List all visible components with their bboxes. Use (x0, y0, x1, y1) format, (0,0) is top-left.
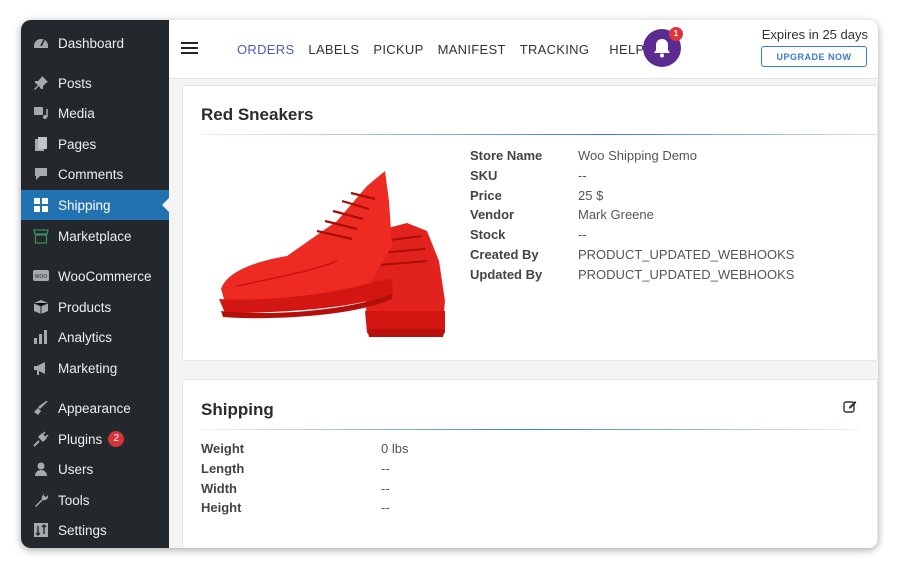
sidebar-item-posts[interactable]: Posts (21, 68, 169, 98)
sidebar-item-woocommerce[interactable]: WOO WooCommerce (21, 261, 169, 291)
admin-sidebar: Dashboard Posts Media Pages Comments Shi… (21, 20, 169, 548)
nav-help[interactable]: HELP (609, 42, 644, 57)
sidebar-item-label: Analytics (58, 329, 113, 345)
divider (201, 134, 877, 135)
sidebar-item-label: Pages (58, 136, 97, 152)
sidebar-item-users[interactable]: Users (21, 454, 169, 484)
bar-chart-icon (33, 329, 49, 345)
sidebar-item-label: Posts (58, 75, 92, 91)
sidebar-item-marketing[interactable]: Marketing (21, 353, 169, 383)
user-icon (33, 461, 49, 477)
product-title: Red Sneakers (201, 105, 314, 124)
sidebar-item-label: Media (58, 105, 95, 121)
sidebar-item-tools[interactable]: Tools (21, 485, 169, 515)
divider (201, 429, 859, 430)
sidebar-item-label: Dashboard (58, 35, 125, 51)
sidebar-item-label: Tools (58, 492, 90, 508)
pages-icon (33, 136, 49, 152)
sidebar-item-pages[interactable]: Pages (21, 129, 169, 159)
sidebar-item-analytics[interactable]: Analytics (21, 322, 169, 352)
bell-icon (654, 39, 670, 58)
detail-row: Updated By PRODUCT_UPDATED_WEBHOOKS (470, 266, 795, 282)
detail-row: Weight 0 lbs (201, 441, 409, 456)
pin-icon (33, 75, 49, 91)
sidebar-item-label: Plugins (58, 431, 103, 447)
box-icon (33, 299, 49, 315)
dashboard-icon (33, 35, 49, 51)
nav-tracking[interactable]: TRACKING (520, 42, 590, 57)
shipping-title: Shipping (201, 400, 274, 419)
main-content: ORDERS LABELS PICKUP MANIFEST TRACKING H… (169, 20, 878, 548)
megaphone-icon (33, 360, 49, 376)
menu-toggle-icon[interactable] (181, 42, 198, 54)
nav-orders[interactable]: ORDERS (237, 42, 294, 57)
nav-labels[interactable]: LABELS (308, 42, 359, 57)
sidebar-item-dashboard[interactable]: Dashboard (21, 28, 169, 58)
sidebar-item-label: Products (58, 299, 112, 315)
detail-row: Store Name Woo Shipping Demo (470, 148, 697, 163)
settings-icon (33, 522, 49, 538)
sidebar-item-label: Shipping (58, 197, 111, 213)
wrench-icon (33, 492, 49, 508)
sidebar-item-label: Settings (58, 522, 107, 538)
sidebar-item-shipping[interactable]: Shipping (21, 190, 169, 220)
brush-icon (33, 400, 49, 416)
shipping-card: Shipping Weight 0 lbs Length -- Width -- He… (182, 379, 878, 548)
detail-row: Width -- (201, 480, 390, 496)
sidebar-item-appearance[interactable]: Appearance (21, 393, 169, 423)
sidebar-item-media[interactable]: Media (21, 98, 169, 128)
detail-row: Vendor Mark Greene (470, 207, 654, 223)
woo-icon: WOO (33, 268, 49, 284)
comment-icon (33, 166, 49, 182)
grid-icon (33, 197, 49, 213)
red-sneakers-image (219, 171, 445, 337)
detail-row: Height -- (201, 500, 390, 516)
sidebar-item-label: Marketplace (58, 228, 132, 244)
upgrade-now-button[interactable]: UPGRADE NOW (761, 46, 867, 67)
edit-icon[interactable] (843, 399, 857, 413)
product-details: Store Name Woo Shipping Demo SKU -- Price 2… (470, 146, 794, 285)
detail-row: Stock -- (470, 227, 587, 243)
sidebar-item-label: Appearance (58, 400, 131, 416)
app-window: Dashboard Posts Media Pages Comments Shi… (21, 20, 878, 548)
sidebar-item-comments[interactable]: Comments (21, 159, 169, 189)
detail-row: Created By PRODUCT_UPDATED_WEBHOOKS (470, 246, 795, 262)
detail-row: Length -- (201, 460, 390, 476)
shipping-details: Weight 0 lbs Length -- Width -- Height -- (201, 439, 408, 518)
detail-row: SKU -- (470, 167, 587, 183)
top-navigation-bar: ORDERS LABELS PICKUP MANIFEST TRACKING H… (169, 20, 878, 79)
product-card: Red Sneakers Store Name Woo Shipping Demo… (182, 85, 878, 361)
sidebar-item-settings[interactable]: Settings (21, 515, 169, 545)
sidebar-item-products[interactable]: Products (21, 292, 169, 322)
plugins-update-badge: 2 (108, 431, 125, 447)
sidebar-item-label: Marketing (58, 360, 118, 376)
sidebar-item-label: WooCommerce (58, 268, 152, 284)
expiry-text: Expires in 25 days (761, 27, 868, 42)
notification-count-badge: 1 (669, 27, 683, 41)
sidebar-item-label: Comments (58, 166, 124, 182)
nav-pickup[interactable]: PICKUP (373, 42, 423, 57)
detail-row: Price 25 $ (470, 187, 604, 203)
main-nav: ORDERS LABELS PICKUP MANIFEST TRACKING H… (237, 42, 658, 57)
sidebar-item-marketplace[interactable]: Marketplace (21, 221, 169, 251)
sidebar-item-label: Users (58, 461, 94, 477)
svg-text:WOO: WOO (35, 274, 48, 280)
plug-icon (33, 431, 49, 447)
nav-manifest[interactable]: MANIFEST (438, 42, 506, 57)
store-icon (33, 228, 49, 244)
media-icon (33, 105, 49, 121)
sidebar-item-plugins[interactable]: Plugins 2 (21, 424, 169, 454)
